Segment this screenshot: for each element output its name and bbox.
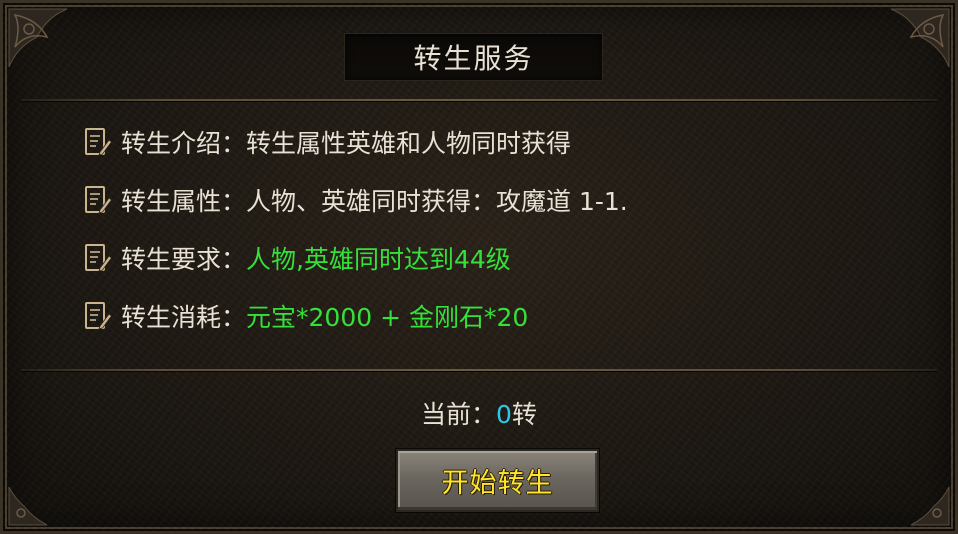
note-pencil-icon [85, 244, 113, 272]
divider [21, 99, 937, 102]
rebirth-count: 0 [496, 400, 512, 429]
title-bar: 转生服务 [344, 33, 603, 81]
start-rebirth-label: 开始转生 [441, 468, 554, 499]
info-label: 转生消耗： [121, 303, 247, 332]
rebirth-service-panel: 转生服务 转生介绍： 转生属性英雄和人物同时获得 转生属性： 人物、英雄同时获得… [0, 0, 958, 534]
info-label: 转生介绍： [121, 129, 247, 158]
info-label: 转生属性： [121, 187, 247, 216]
info-row-requirement: 转生要求： 人物,英雄同时达到44级 [83, 240, 511, 276]
info-value: 元宝*2000 + 金刚石*20 [246, 303, 529, 332]
ornament-corner-icon [890, 8, 950, 68]
rebirth-unit: 转 [511, 400, 537, 429]
info-row-cost: 转生消耗： 元宝*2000 + 金刚石*20 [83, 298, 528, 334]
current-label: 当前： [421, 400, 497, 429]
info-value: 转生属性英雄和人物同时获得 [246, 129, 572, 158]
info-row-intro: 转生介绍： 转生属性英雄和人物同时获得 [83, 124, 571, 160]
start-rebirth-button[interactable]: 开始转生 [396, 449, 599, 512]
info-value: 人物,英雄同时达到44级 [246, 245, 511, 274]
note-pencil-icon [85, 186, 113, 214]
divider [21, 369, 937, 372]
page-title: 转生服务 [413, 42, 534, 75]
info-row-attribute: 转生属性： 人物、英雄同时获得：攻魔道 1-1. [83, 182, 628, 218]
info-value: 人物、英雄同时获得：攻魔道 1-1. [246, 187, 628, 216]
ornament-corner-icon [8, 486, 48, 526]
info-label: 转生要求： [121, 245, 247, 274]
ornament-corner-icon [8, 8, 68, 68]
note-pencil-icon [85, 128, 113, 156]
note-pencil-icon [85, 302, 113, 330]
current-rebirth-status: 当前：0转 [3, 395, 955, 431]
ornament-corner-icon [910, 486, 950, 526]
